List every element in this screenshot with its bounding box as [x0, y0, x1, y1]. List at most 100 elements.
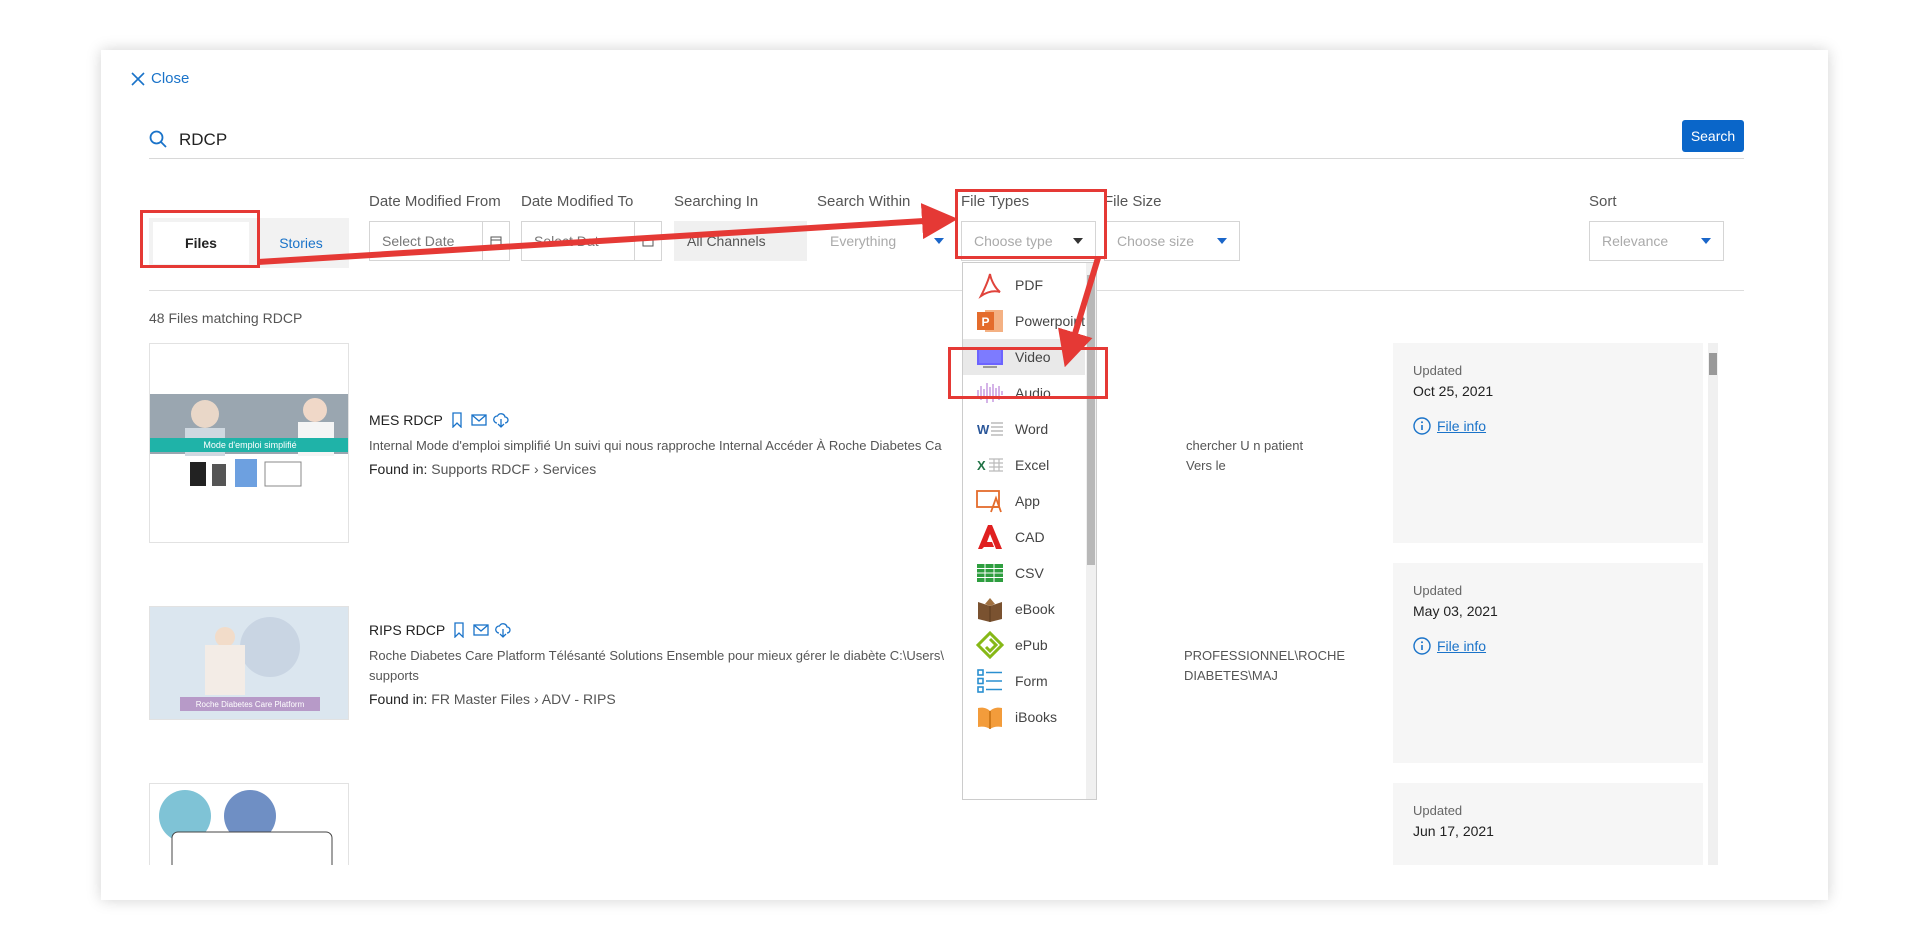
option-powerpoint[interactable]: P Powerpoint: [963, 303, 1085, 339]
option-form[interactable]: Form: [963, 663, 1085, 699]
email-icon[interactable]: [473, 622, 489, 638]
ibooks-icon: [978, 707, 1002, 729]
updated-date: May 03, 2021: [1413, 603, 1498, 619]
result-title-text[interactable]: MES RDCP: [369, 412, 443, 428]
updated-label: Updated: [1413, 583, 1463, 598]
info-icon: [1413, 637, 1431, 655]
option-app[interactable]: App: [963, 483, 1085, 519]
chevron-down-icon: [934, 238, 944, 244]
option-label: Excel: [1015, 457, 1050, 473]
sort-label: Sort: [1589, 193, 1617, 210]
option-label: CSV: [1015, 565, 1044, 581]
option-label: PDF: [1015, 277, 1043, 293]
chevron-down-icon: [1217, 238, 1227, 244]
scrollbar-thumb[interactable]: [1709, 353, 1717, 375]
option-cad[interactable]: CAD: [963, 519, 1085, 555]
thumbnail-caption: Mode d'emploi simplifié: [203, 440, 296, 450]
calendar-icon[interactable]: [482, 222, 509, 260]
updated-date: Oct 25, 2021: [1413, 383, 1494, 399]
found-in-label: Found in:: [369, 691, 428, 707]
bookmark-icon[interactable]: [449, 412, 465, 428]
search-within-select[interactable]: Everything: [817, 221, 957, 261]
result-meta: Updated May 03, 2021 File info: [1393, 563, 1703, 763]
result-meta: Updated Jun 17, 2021: [1393, 783, 1703, 865]
breadcrumb-separator: ›: [533, 691, 539, 707]
option-label: CAD: [1015, 529, 1045, 545]
date-to-placeholder: Select Dat: [534, 233, 599, 249]
breadcrumb-item[interactable]: FR Master Files: [431, 691, 530, 707]
sort-select[interactable]: Relevance: [1589, 221, 1724, 261]
result-thumbnail[interactable]: Roche Diabetes Care Platform: [149, 606, 349, 720]
file-info-link[interactable]: File info: [1413, 417, 1486, 435]
result-title[interactable]: MES RDCP: [369, 412, 509, 428]
file-info-label[interactable]: File info: [1437, 418, 1486, 434]
date-from-label: Date Modified From: [369, 193, 501, 210]
close-button[interactable]: Close: [131, 70, 189, 87]
result-description-tail: chercher U n patient Vers le: [1186, 438, 1304, 473]
breadcrumb-separator: ›: [533, 461, 539, 477]
info-icon: [1413, 417, 1431, 435]
dropdown-scrollbar[interactable]: [1086, 263, 1096, 799]
option-label: iBooks: [1015, 709, 1058, 725]
result-description-tail: PROFESSIONNEL\ROCHE DIABETES\MAJ: [1184, 648, 1346, 683]
result-description-line2: supports: [369, 668, 419, 683]
download-icon[interactable]: [495, 622, 511, 638]
date-to-field[interactable]: Select Dat: [521, 221, 662, 261]
file-size-select[interactable]: Choose size: [1104, 221, 1240, 261]
option-label: App: [1015, 493, 1040, 509]
search-button[interactable]: Search: [1682, 120, 1744, 152]
updated-label: Updated: [1413, 363, 1463, 378]
search-bar: RDCP Search: [149, 120, 1744, 159]
option-label: eBook: [1015, 601, 1055, 617]
file-info-link[interactable]: File info: [1413, 637, 1486, 655]
ebook-icon: [978, 598, 1002, 622]
option-ebook[interactable]: eBook: [963, 591, 1085, 627]
filter-divider: [149, 290, 1744, 291]
email-icon[interactable]: [471, 412, 487, 428]
result-title-text[interactable]: RIPS RDCP: [369, 622, 445, 638]
breadcrumb-item[interactable]: Supports RDCF: [431, 461, 530, 477]
option-word[interactable]: W Word: [963, 411, 1085, 447]
option-epub[interactable]: ePub: [963, 627, 1085, 663]
file-size-placeholder: Choose size: [1117, 233, 1195, 249]
search-input[interactable]: RDCP: [179, 130, 227, 150]
breadcrumb-item[interactable]: ADV - RIPS: [542, 691, 616, 707]
date-from-field[interactable]: Select Date: [369, 221, 510, 261]
annotation-box-files-tab: [140, 210, 260, 268]
bookmark-icon[interactable]: [451, 622, 467, 638]
option-pdf[interactable]: PDF: [963, 267, 1085, 303]
download-icon[interactable]: [493, 412, 509, 428]
option-csv[interactable]: CSV: [963, 555, 1085, 591]
updated-label: Updated: [1413, 803, 1463, 818]
svg-text:W: W: [977, 422, 990, 437]
breadcrumb-item[interactable]: Services: [543, 461, 597, 477]
powerpoint-icon: P: [977, 310, 1003, 332]
results-count: 48 Files matching RDCP: [149, 310, 303, 326]
result-description: Roche Diabetes Care Platform Télésanté S…: [369, 646, 1345, 686]
results-scrollbar[interactable]: [1708, 343, 1718, 865]
tab-stories[interactable]: Stories: [253, 218, 349, 268]
file-info-label[interactable]: File info: [1437, 638, 1486, 654]
calendar-icon[interactable]: [634, 222, 661, 260]
annotation-box-video-option: [948, 347, 1108, 399]
option-label: Word: [1015, 421, 1049, 437]
option-label: Powerpoint: [1015, 313, 1086, 329]
epub-icon: [975, 630, 1005, 660]
result-thumbnail[interactable]: Mode d'emploi simplifié: [149, 343, 349, 543]
option-ibooks[interactable]: iBooks: [963, 699, 1085, 735]
word-icon: W: [977, 422, 1003, 437]
option-excel[interactable]: X Excel: [963, 447, 1085, 483]
pdf-icon: [978, 273, 1001, 299]
form-icon: [977, 669, 1002, 693]
searching-in-value: All Channels: [687, 233, 766, 249]
result-thumbnail[interactable]: [149, 783, 349, 865]
annotation-box-file-types: [955, 189, 1107, 259]
date-to-label: Date Modified To: [521, 193, 634, 210]
result-meta: Updated Oct 25, 2021 File info: [1393, 343, 1703, 543]
result-title[interactable]: RIPS RDCP: [369, 622, 511, 638]
search-panel: Close RDCP Search Files Stories Date Mod…: [101, 50, 1828, 900]
scrollbar-thumb[interactable]: [1087, 275, 1095, 565]
svg-text:P: P: [981, 315, 989, 329]
searching-in-field[interactable]: All Channels: [674, 221, 807, 261]
file-types-dropdown: PDF P Powerpoint Video Audio W Word X Ex…: [962, 262, 1097, 800]
